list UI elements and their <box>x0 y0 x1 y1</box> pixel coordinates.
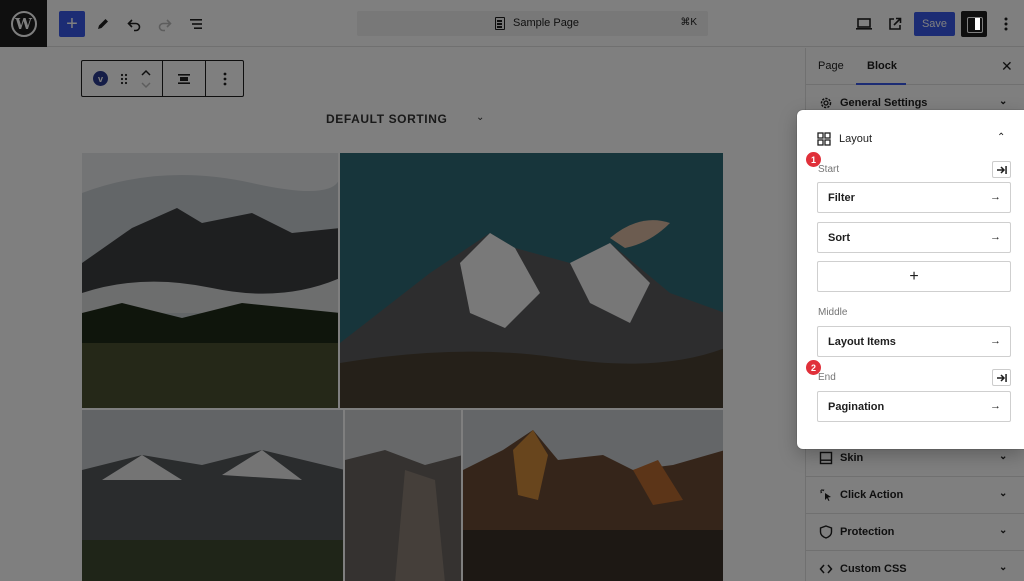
settings-sidebar-toggle[interactable] <box>961 11 987 37</box>
code-icon <box>819 564 833 574</box>
layout-item-sort[interactable]: Sort → <box>817 222 1011 253</box>
item-label: Pagination <box>828 401 885 413</box>
add-layout-item-button[interactable]: + <box>817 261 1011 292</box>
panel-label: Skin <box>840 452 864 464</box>
layout-panel: Layout ⌃ 1 Start Filter → Sort → + Middl… <box>797 110 1024 449</box>
shield-icon <box>819 525 833 539</box>
mountain-photo <box>345 410 461 581</box>
tab-page[interactable]: Page <box>818 60 844 72</box>
sorting-dropdown[interactable]: DEFAULT SORTING <box>326 112 447 126</box>
skin-icon <box>819 451 833 465</box>
desktop-icon <box>856 18 872 30</box>
mountain-photo <box>340 153 723 408</box>
close-icon[interactable]: ✕ <box>1001 58 1013 75</box>
gallery-image[interactable] <box>344 409 462 581</box>
gallery-image[interactable] <box>339 152 724 409</box>
arrow-right-icon: → <box>990 335 1001 347</box>
section-label-middle: Middle <box>818 307 848 318</box>
chevron-down-icon: ⌄ <box>999 96 1008 107</box>
preview-button[interactable] <box>852 12 876 36</box>
align-center-icon <box>178 73 190 84</box>
block-type-icon[interactable]: v <box>93 71 108 86</box>
chevron-up-icon[interactable]: ⌃ <box>997 132 1005 143</box>
panel-label: Click Action <box>840 489 904 501</box>
editor-canvas: v DEFAULT SORTING ⌄ <box>0 48 805 581</box>
mountain-photo <box>82 410 343 581</box>
sidebar-tabs: Page Block ✕ <box>806 48 1024 85</box>
gallery-image[interactable] <box>81 409 344 581</box>
panel-label: Custom CSS <box>840 563 907 575</box>
panel-custom-css[interactable]: Custom CSS ⌄ <box>806 551 1024 581</box>
block-mover-group: v <box>82 61 163 96</box>
panel-protection[interactable]: Protection ⌄ <box>806 514 1024 551</box>
page-icon <box>495 17 505 30</box>
panel-click-action[interactable]: Click Action ⌄ <box>806 477 1024 514</box>
section-label-end: End <box>818 372 836 383</box>
chevron-down-icon[interactable]: ⌄ <box>476 112 484 123</box>
drag-handle-icon[interactable] <box>120 73 128 85</box>
mountain-photo <box>82 153 338 408</box>
gear-icon <box>820 97 832 109</box>
more-vertical-icon <box>223 72 226 85</box>
list-view-icon <box>190 19 202 29</box>
plus-icon: + <box>66 13 78 35</box>
pin-start-button[interactable] <box>992 161 1011 178</box>
layout-item-filter[interactable]: Filter → <box>817 182 1011 213</box>
align-arrow-icon <box>996 165 1007 174</box>
document-overview-button[interactable] <box>184 12 208 36</box>
undo-icon <box>127 19 141 32</box>
gallery-image[interactable] <box>81 152 339 409</box>
item-label: Sort <box>828 232 850 244</box>
image-gallery <box>81 152 724 581</box>
align-arrow-icon <box>996 373 1007 382</box>
tab-block[interactable]: Block <box>867 60 897 72</box>
item-label: Layout Items <box>828 336 896 348</box>
chevron-down-icon: ⌄ <box>999 451 1008 462</box>
view-page-button[interactable] <box>883 12 907 36</box>
mountain-photo <box>463 410 723 581</box>
chevron-down-icon: ⌄ <box>999 488 1008 499</box>
item-label: Filter <box>828 192 855 204</box>
options-menu-button[interactable] <box>994 12 1018 36</box>
arrow-right-icon: → <box>990 231 1001 243</box>
wordpress-logo-icon[interactable]: W <box>0 0 47 47</box>
command-palette-bar[interactable]: Sample Page ⌘K <box>357 11 708 36</box>
save-button[interactable]: Save <box>914 12 955 36</box>
block-toolbar: v <box>81 60 244 97</box>
move-up-down-icon[interactable] <box>140 68 152 90</box>
command-shortcut: ⌘K <box>680 17 697 28</box>
panel-label: Protection <box>840 526 895 538</box>
layout-panel-title[interactable]: Layout <box>839 133 872 145</box>
wordpress-logo-letter: W <box>10 10 37 37</box>
layout-item-pagination[interactable]: Pagination → <box>817 391 1011 422</box>
add-block-button[interactable]: + <box>59 11 85 37</box>
chevron-down-icon: ⌄ <box>999 525 1008 536</box>
pencil-icon <box>98 19 108 29</box>
arrow-right-icon: → <box>990 191 1001 203</box>
layout-grid-icon <box>817 132 831 146</box>
redo-button[interactable] <box>153 12 177 36</box>
undo-button[interactable] <box>122 12 146 36</box>
plus-icon: + <box>909 267 919 285</box>
section-label-start: Start <box>818 164 840 175</box>
pointer-click-icon <box>820 489 831 501</box>
tools-button[interactable] <box>91 12 115 36</box>
layout-item-layout-items[interactable]: Layout Items → <box>817 326 1011 357</box>
arrow-right-icon: → <box>990 400 1001 412</box>
editor-top-bar: W + Sample Page ⌘K Save <box>0 0 1024 47</box>
chevron-down-icon: ⌄ <box>999 562 1008 573</box>
gallery-image[interactable] <box>462 409 724 581</box>
align-button[interactable] <box>163 61 206 96</box>
redo-icon <box>158 19 172 32</box>
external-link-icon <box>889 17 902 30</box>
more-vertical-icon <box>1004 17 1008 31</box>
panel-label: General Settings <box>840 97 928 109</box>
block-options-button[interactable] <box>206 61 243 96</box>
document-title: Sample Page <box>513 17 580 29</box>
pin-end-button[interactable] <box>992 369 1011 386</box>
